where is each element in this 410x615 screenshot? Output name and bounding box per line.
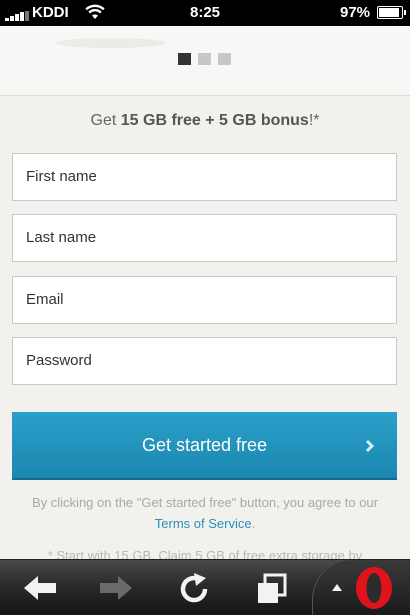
terms-of-service-link[interactable]: Terms of Service bbox=[155, 516, 252, 531]
terms-notice: By clicking on the "Get started free" bu… bbox=[32, 495, 378, 531]
email-field[interactable]: Email bbox=[12, 276, 397, 324]
back-arrow-icon[interactable] bbox=[22, 574, 58, 602]
up-arrow-icon[interactable] bbox=[331, 582, 343, 592]
opera-logo-icon[interactable] bbox=[354, 566, 394, 610]
carousel-dot-2[interactable] bbox=[198, 53, 211, 65]
battery-percent: 97% bbox=[340, 4, 371, 21]
reload-icon[interactable] bbox=[176, 572, 212, 606]
last-name-field[interactable]: Last name bbox=[12, 214, 397, 262]
status-bar: KDDI 8:25 97% bbox=[0, 0, 410, 26]
promo-highlight: 15 GB free + 5 GB bonus bbox=[120, 112, 309, 129]
promo-headline: Get 15 GB free + 5 GB bonus!* bbox=[90, 112, 320, 129]
chevron-right-icon bbox=[365, 439, 375, 453]
get-started-label: Get started free bbox=[141, 435, 268, 455]
carousel-pagination bbox=[178, 53, 231, 65]
carousel-dot-3[interactable] bbox=[218, 53, 231, 65]
password-field[interactable]: Password bbox=[12, 337, 397, 385]
tabs-icon[interactable] bbox=[254, 572, 288, 606]
forward-arrow-icon[interactable] bbox=[98, 574, 134, 602]
battery-icon bbox=[377, 6, 406, 19]
get-started-button[interactable]: Get started free bbox=[12, 412, 397, 480]
browser-toolbar bbox=[0, 559, 410, 615]
first-name-field[interactable]: First name bbox=[12, 153, 397, 201]
carousel-dot-1[interactable] bbox=[178, 53, 191, 65]
feature-carousel[interactable] bbox=[0, 26, 410, 96]
